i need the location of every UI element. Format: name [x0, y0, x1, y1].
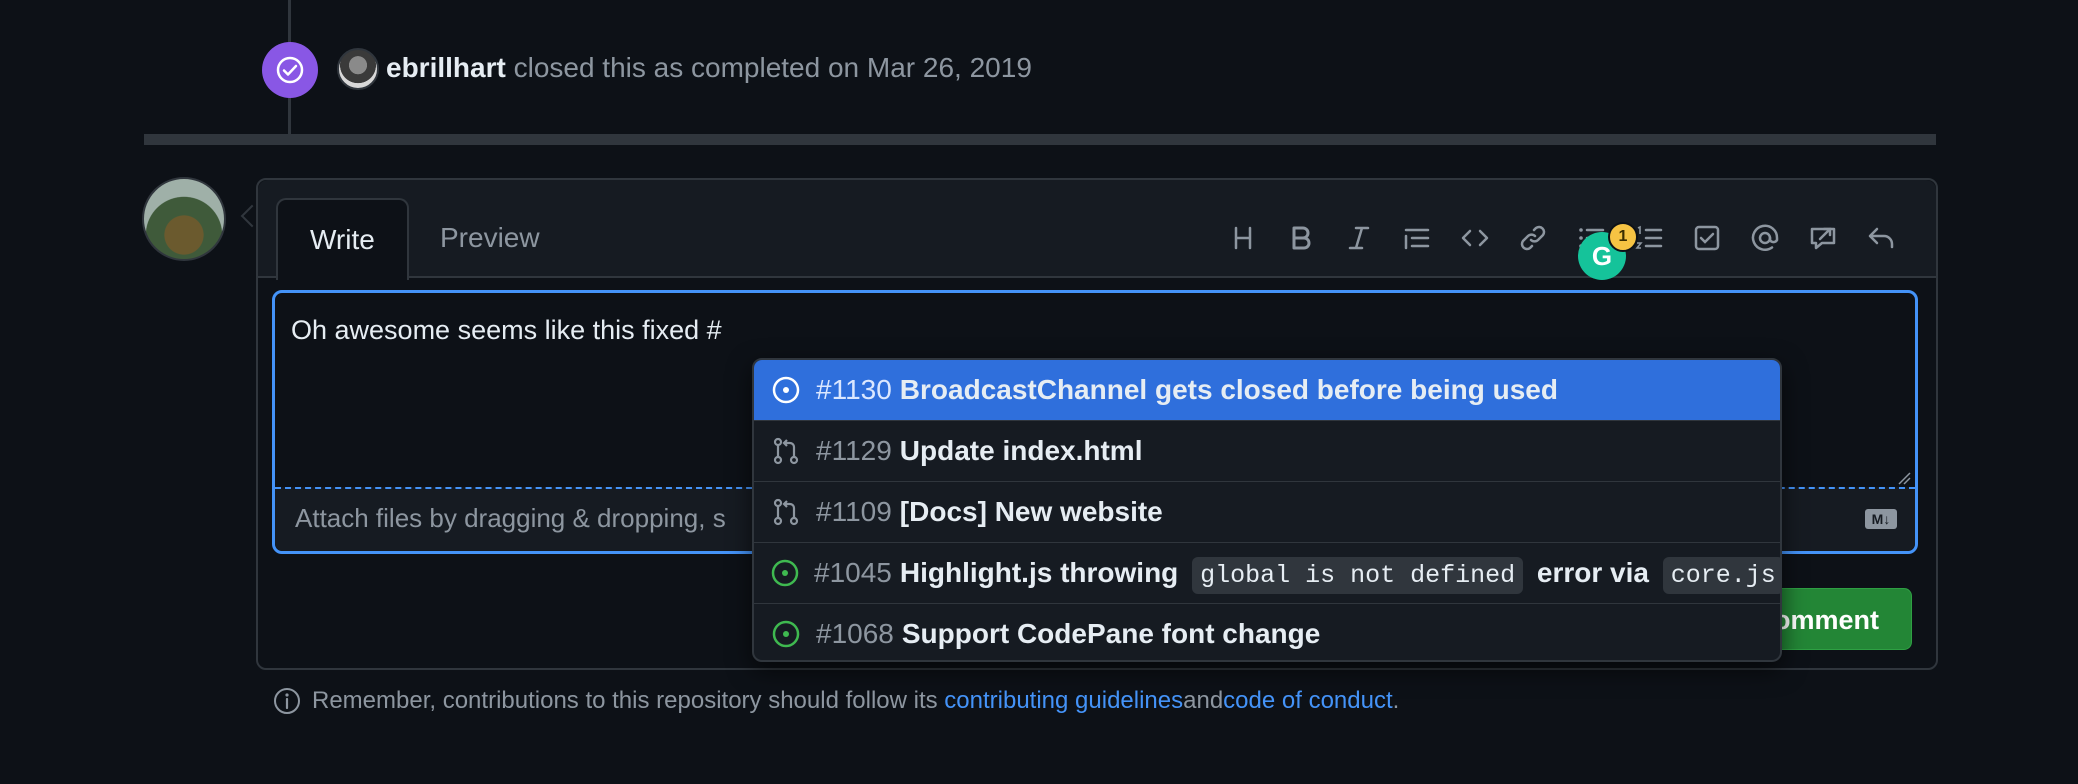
link-button[interactable]	[1504, 214, 1562, 262]
suggestion-title: BroadcastChannel gets closed before bein…	[899, 374, 1558, 405]
bold-icon	[1292, 226, 1311, 250]
suggestion-item[interactable]: #1129 Update index.html	[754, 421, 1780, 482]
suggestion-item[interactable]: #1068 Support CodePane font change	[754, 604, 1780, 660]
issue-opened-icon	[770, 374, 802, 406]
heading-button[interactable]	[1214, 214, 1272, 262]
ordered-list-icon	[1635, 225, 1663, 249]
issue-opened-icon	[770, 618, 802, 650]
comment-text[interactable]: Oh awesome seems like this fixed #	[291, 315, 722, 346]
suggestion-number: #1068	[816, 618, 894, 649]
suggestion-title: Update index.html	[899, 435, 1143, 466]
code-of-conduct-link[interactable]: code of conduct	[1223, 687, 1392, 715]
actor-name-link[interactable]: ebrillhart	[386, 52, 506, 83]
task-list-button[interactable]	[1678, 214, 1736, 262]
undo-icon	[1868, 227, 1894, 249]
timeline-separator	[144, 134, 1936, 145]
reference-button[interactable]	[1794, 214, 1852, 262]
current-user-avatar[interactable]	[142, 177, 226, 261]
title-part: Highlight.js throwing	[899, 556, 1187, 588]
code-button[interactable]	[1446, 214, 1504, 262]
inline-code: core.js	[1662, 556, 1780, 594]
closed-completed-badge	[262, 42, 318, 98]
italic-icon	[1348, 226, 1370, 250]
task-list-icon	[1694, 225, 1720, 251]
suggestion-title: Support CodePane font change	[901, 618, 1321, 649]
suggestion-item[interactable]: #1130 BroadcastChannel gets closed befor…	[754, 360, 1780, 421]
bold-button[interactable]	[1272, 214, 1330, 262]
undo-button[interactable]	[1852, 214, 1910, 262]
title-part: error via	[1529, 556, 1657, 588]
suggestion-number: #1129	[816, 435, 892, 466]
timeline-event-text: ebrillhart closed this as completed on M…	[386, 50, 1032, 86]
mention-button[interactable]	[1736, 214, 1794, 262]
quote-button[interactable]	[1388, 214, 1446, 262]
italic-button[interactable]	[1330, 214, 1388, 262]
info-icon	[274, 688, 300, 714]
grammarly-count-badge: 1	[1608, 222, 1638, 252]
heading-icon	[1234, 226, 1252, 250]
pull-request-icon	[770, 435, 802, 467]
link-icon	[1520, 225, 1546, 251]
inline-code: global is not defined	[1192, 556, 1524, 594]
pull-request-icon	[770, 496, 802, 528]
mention-icon	[1751, 224, 1779, 251]
suggestion-title: [Docs] New website	[899, 496, 1163, 527]
footer-text-prefix: Remember, contributions to this reposito…	[312, 687, 938, 714]
event-action-text: closed this as completed on Mar 26, 2019	[505, 52, 1032, 83]
issue-opened-icon	[770, 557, 800, 589]
contributing-guidelines-link[interactable]: contributing guidelines	[944, 687, 1183, 715]
quote-icon	[1404, 228, 1430, 250]
tab-preview[interactable]: Preview	[408, 198, 572, 278]
contribution-footer: Remember, contributions to this reposito…	[272, 686, 1399, 716]
footer-text-suffix: .	[1392, 687, 1400, 714]
markdown-toolbar	[1214, 214, 1910, 262]
check-circle-icon	[276, 56, 304, 84]
actor-avatar[interactable]	[337, 48, 379, 90]
code-icon	[1461, 229, 1489, 247]
issue-suggestions-dropdown: #1130 BroadcastChannel gets closed befor…	[752, 358, 1782, 662]
resize-grip-icon[interactable]	[1897, 471, 1911, 485]
suggestion-number: #1130	[816, 374, 892, 405]
suggestion-number: #1045	[814, 557, 892, 588]
suggestion-title: Highlight.js throwing global is not defi…	[899, 556, 1780, 594]
attach-files-text: Attach files by dragging & dropping, s	[295, 503, 726, 533]
editor-tab-bar: Write Preview	[258, 180, 1936, 280]
suggestion-item[interactable]: #1045 Highlight.js throwing global is no…	[754, 543, 1780, 604]
reference-icon	[1810, 227, 1836, 250]
suggestion-item[interactable]: #1109 [Docs] New website	[754, 482, 1780, 543]
tab-write[interactable]: Write	[276, 198, 409, 280]
markdown-icon[interactable]: M↓	[1865, 509, 1897, 529]
suggestion-number: #1109	[816, 496, 892, 527]
footer-text-middle: and	[1183, 687, 1224, 714]
